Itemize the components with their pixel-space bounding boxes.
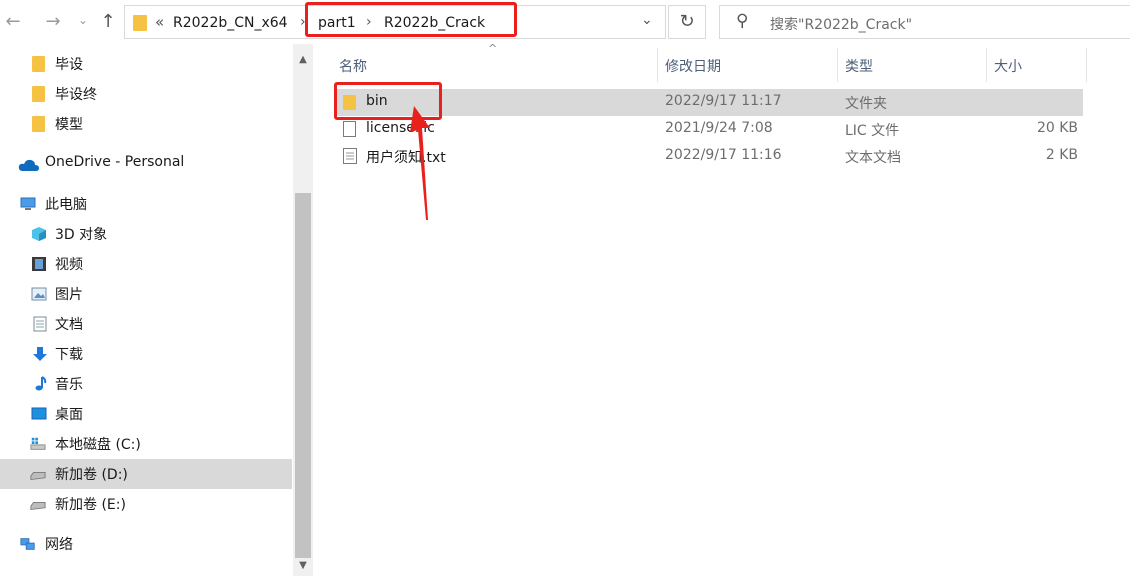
file-icon [343, 121, 356, 137]
search-box[interactable]: ⚲ 搜索"R2022b_Crack" [719, 5, 1130, 39]
document-icon [33, 316, 47, 332]
sidebar-item-desktop[interactable]: 桌面 [0, 399, 292, 429]
sidebar-item-label: 桌面 [55, 407, 83, 423]
sidebar-item-bishezhong[interactable]: 毕设终 [0, 79, 292, 109]
sidebar-item-label: OneDrive - Personal [45, 154, 185, 170]
sidebar-item-label: 新加卷 (E:) [55, 497, 126, 513]
scrollbar-thumb[interactable] [295, 193, 311, 558]
sort-ascending-icon: ^ [488, 42, 498, 55]
column-divider[interactable] [986, 48, 987, 82]
file-date: 2022/9/17 11:16 [665, 147, 782, 163]
download-icon [33, 347, 47, 361]
file-size: 20 KB [1036, 120, 1078, 136]
sidebar-item-3d-objects[interactable]: 3D 对象 [0, 219, 292, 249]
sidebar-item-this-pc[interactable]: 此电脑 [0, 189, 292, 219]
drive-icon [30, 502, 46, 511]
sidebar-item-bishe[interactable]: 毕设 [0, 49, 292, 79]
video-icon [32, 257, 46, 271]
refresh-button[interactable]: ↻ [668, 5, 706, 39]
back-button[interactable]: ← [2, 10, 24, 34]
sidebar-item-label: 新加卷 (D:) [55, 467, 128, 483]
sidebar-item-label: 本地磁盘 (C:) [55, 437, 141, 453]
file-row-license[interactable]: license.lic 2021/9/24 7:08 LIC 文件 20 KB [334, 116, 1083, 143]
drive-icon [30, 472, 46, 481]
sidebar-item-network[interactable]: 网络 [0, 529, 292, 559]
folder-icon [32, 116, 45, 132]
sidebar-item-label: 模型 [55, 117, 83, 133]
folder-icon [32, 86, 45, 102]
file-type: 文件夹 [845, 96, 887, 112]
overflow-icon[interactable]: « [155, 13, 164, 31]
sidebar-item-label: 文档 [55, 317, 83, 333]
cloud-icon [18, 159, 39, 171]
desktop-icon [31, 407, 47, 420]
column-header-date[interactable]: 修改日期 [665, 56, 721, 76]
file-row-readme[interactable]: 用户须知.txt 2022/9/17 11:16 文本文档 2 KB [334, 143, 1083, 170]
address-dropdown-icon[interactable]: ⌄ [641, 12, 653, 28]
sidebar-item-label: 视频 [55, 257, 83, 273]
column-divider[interactable] [1086, 48, 1087, 82]
sidebar-item-downloads[interactable]: 下载 [0, 339, 292, 369]
file-type: 文本文档 [845, 150, 901, 166]
network-icon [20, 538, 35, 550]
folder-icon [32, 56, 45, 72]
cube-icon [32, 227, 46, 241]
sidebar-item-label: 3D 对象 [55, 227, 108, 243]
sidebar-item-label: 网络 [45, 537, 73, 553]
search-icon: ⚲ [736, 11, 749, 31]
scroll-down-arrow[interactable]: ▼ [293, 556, 313, 576]
file-type: LIC 文件 [845, 123, 900, 139]
file-size: 2 KB [1045, 147, 1078, 163]
up-button[interactable]: ↑ [97, 10, 119, 34]
recent-locations-button[interactable]: ⌄ [72, 8, 94, 32]
folder-icon [133, 15, 147, 31]
sidebar-item-label: 图片 [55, 287, 83, 303]
breadcrumb-highlight-box [305, 2, 517, 37]
drive-c-icon [30, 437, 46, 450]
search-placeholder: 搜索"R2022b_Crack" [770, 17, 913, 33]
column-header-name[interactable]: 名称 [339, 56, 367, 76]
breadcrumb-r2022b-cn-x64[interactable]: R2022b_CN_x64 [173, 15, 288, 31]
column-header-type[interactable]: 类型 [845, 56, 873, 76]
sidebar-item-label: 毕设终 [55, 87, 97, 103]
column-divider[interactable] [657, 48, 658, 82]
sidebar-item-drive-d[interactable]: 新加卷 (D:) [0, 459, 292, 489]
sidebar-item-label: 音乐 [55, 377, 83, 393]
sidebar-item-drive-e[interactable]: 新加卷 (E:) [0, 489, 292, 519]
file-date: 2021/9/24 7:08 [665, 120, 773, 136]
sidebar-item-documents[interactable]: 文档 [0, 309, 292, 339]
text-file-icon [343, 148, 357, 164]
column-divider[interactable] [837, 48, 838, 82]
file-row-bin[interactable]: bin 2022/9/17 11:17 文件夹 [334, 89, 1083, 116]
sidebar-item-label: 此电脑 [45, 197, 87, 213]
computer-icon [20, 197, 36, 210]
sidebar-item-onedrive[interactable]: OneDrive - Personal [0, 149, 292, 179]
scroll-up-arrow[interactable]: ▲ [293, 50, 313, 70]
music-icon [35, 376, 47, 391]
sidebar-item-videos[interactable]: 视频 [0, 249, 292, 279]
sidebar-item-moxing[interactable]: 模型 [0, 109, 292, 139]
sidebar-item-label: 毕设 [55, 57, 83, 73]
file-date: 2022/9/17 11:17 [665, 93, 782, 109]
column-header-size[interactable]: 大小 [994, 56, 1022, 76]
sidebar-item-label: 下载 [55, 347, 83, 363]
picture-icon [31, 287, 47, 301]
forward-button[interactable]: → [42, 10, 64, 34]
annotation-arrow [410, 106, 430, 220]
sidebar-item-pictures[interactable]: 图片 [0, 279, 292, 309]
sidebar-item-music[interactable]: 音乐 [0, 369, 292, 399]
sidebar-item-drive-c[interactable]: 本地磁盘 (C:) [0, 429, 292, 459]
